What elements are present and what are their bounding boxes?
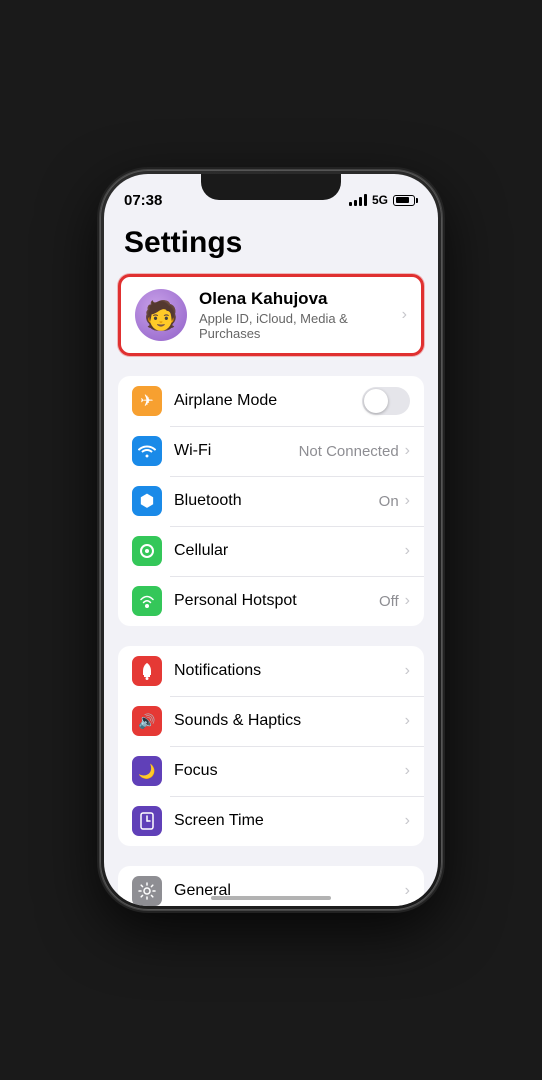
apple-id-card[interactable]: 🧑 Olena Kahujova Apple ID, iCloud, Media… bbox=[118, 274, 424, 356]
screentime-chevron: › bbox=[405, 812, 410, 830]
settings-row-general[interactable]: General › bbox=[118, 866, 424, 906]
settings-group-connectivity: ✈ Airplane Mode Wi-Fi bbox=[118, 376, 424, 626]
airplane-toggle[interactable] bbox=[362, 387, 410, 415]
screentime-icon bbox=[132, 806, 162, 836]
airplane-icon: ✈ bbox=[132, 386, 162, 416]
cellular-label: Cellular bbox=[174, 542, 405, 560]
sounds-chevron: › bbox=[405, 712, 410, 730]
sounds-icon: 🔊 bbox=[132, 706, 162, 736]
phone-frame: 07:38 5G Settings bbox=[100, 170, 442, 910]
settings-group-system: General › Control Center › bbox=[118, 866, 424, 906]
battery-icon bbox=[393, 195, 418, 206]
screen-content[interactable]: Settings 🧑 Olena Kahujova Apple ID, iClo… bbox=[104, 218, 438, 906]
notch bbox=[201, 174, 341, 200]
notifications-label: Notifications bbox=[174, 662, 405, 680]
phone-screen: 07:38 5G Settings bbox=[104, 174, 438, 906]
bluetooth-chevron: › bbox=[405, 492, 410, 510]
hotspot-label: Personal Hotspot bbox=[174, 592, 379, 610]
hotspot-value: Off bbox=[379, 593, 399, 610]
airplane-label: Airplane Mode bbox=[174, 392, 362, 410]
settings-row-hotspot[interactable]: Personal Hotspot Off › bbox=[118, 576, 424, 626]
signal-bar-3 bbox=[359, 197, 362, 206]
cellular-icon bbox=[132, 536, 162, 566]
signal-bars bbox=[349, 194, 367, 206]
airplane-toggle-knob bbox=[364, 389, 388, 413]
wifi-label: Wi-Fi bbox=[174, 442, 299, 460]
page-title: Settings bbox=[104, 218, 438, 274]
settings-row-screentime[interactable]: Screen Time › bbox=[118, 796, 424, 846]
focus-label: Focus bbox=[174, 762, 405, 780]
hotspot-icon bbox=[132, 586, 162, 616]
settings-row-airplane[interactable]: ✈ Airplane Mode bbox=[118, 376, 424, 426]
signal-bar-1 bbox=[349, 202, 352, 206]
wifi-icon bbox=[132, 436, 162, 466]
apple-id-info: Olena Kahujova Apple ID, iCloud, Media &… bbox=[199, 289, 402, 341]
notifications-chevron: › bbox=[405, 662, 410, 680]
settings-row-cellular[interactable]: Cellular › bbox=[118, 526, 424, 576]
status-time: 07:38 bbox=[124, 192, 162, 209]
apple-id-chevron: › bbox=[402, 306, 407, 324]
settings-row-sounds[interactable]: 🔊 Sounds & Haptics › bbox=[118, 696, 424, 746]
bluetooth-value: On bbox=[379, 493, 399, 510]
network-type: 5G bbox=[372, 193, 388, 207]
apple-id-name: Olena Kahujova bbox=[199, 289, 402, 309]
settings-row-wifi[interactable]: Wi-Fi Not Connected › bbox=[118, 426, 424, 476]
general-icon bbox=[132, 876, 162, 906]
settings-group-alerts: Notifications › 🔊 Sounds & Haptics › 🌙 F… bbox=[118, 646, 424, 846]
bluetooth-label: Bluetooth bbox=[174, 492, 379, 510]
status-right: 5G bbox=[349, 193, 418, 207]
signal-bar-2 bbox=[354, 200, 357, 206]
settings-row-bluetooth[interactable]: ⬢ Bluetooth On › bbox=[118, 476, 424, 526]
settings-row-notifications[interactable]: Notifications › bbox=[118, 646, 424, 696]
bluetooth-icon: ⬢ bbox=[132, 486, 162, 516]
wifi-value: Not Connected bbox=[299, 443, 399, 460]
cellular-chevron: › bbox=[405, 542, 410, 560]
avatar: 🧑 bbox=[135, 289, 187, 341]
apple-id-subtitle: Apple ID, iCloud, Media & Purchases bbox=[199, 311, 402, 341]
focus-icon: 🌙 bbox=[132, 756, 162, 786]
signal-bar-4 bbox=[364, 194, 367, 206]
focus-chevron: › bbox=[405, 762, 410, 780]
screentime-label: Screen Time bbox=[174, 812, 405, 830]
hotspot-chevron: › bbox=[405, 592, 410, 610]
sounds-label: Sounds & Haptics bbox=[174, 712, 405, 730]
wifi-chevron: › bbox=[405, 442, 410, 460]
home-bar bbox=[211, 896, 331, 900]
settings-row-focus[interactable]: 🌙 Focus › bbox=[118, 746, 424, 796]
general-chevron: › bbox=[405, 882, 410, 900]
notifications-icon bbox=[132, 656, 162, 686]
